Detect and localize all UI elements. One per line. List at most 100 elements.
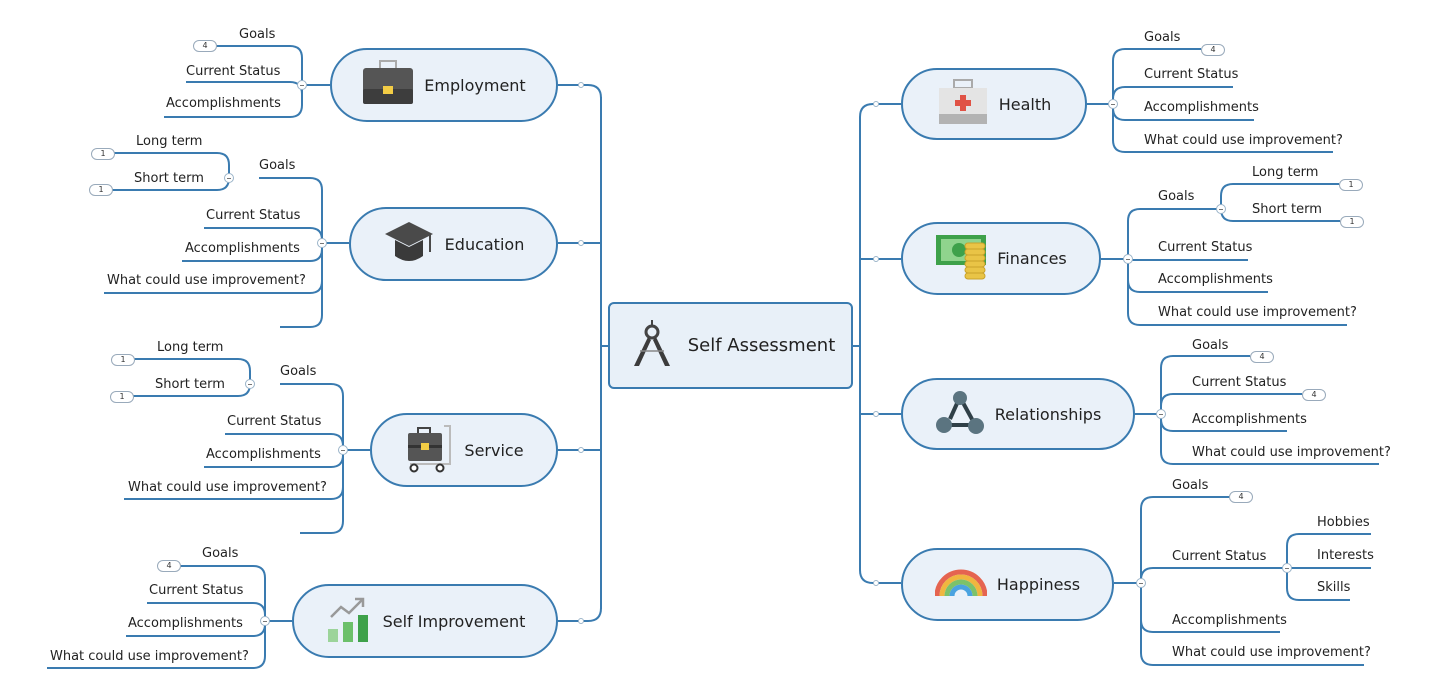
- briefcase-icon: [362, 59, 414, 111]
- branch-connector-point: [578, 82, 584, 88]
- connector: [1160, 393, 1302, 414]
- topic-label: Finances: [997, 249, 1067, 268]
- count-badge[interactable]: 1: [111, 354, 135, 366]
- subtopic-goals[interactable]: Goals: [259, 158, 295, 174]
- connector: [558, 84, 602, 622]
- growth-chart-icon: [325, 595, 373, 647]
- subtopic-current-status[interactable]: Current Status: [149, 583, 243, 599]
- branch-connector-point: [578, 618, 584, 624]
- subtopic-hobbies[interactable]: Hobbies: [1317, 515, 1370, 531]
- subtopic-goals[interactable]: Goals: [280, 364, 316, 380]
- count-badge[interactable]: 4: [157, 560, 181, 572]
- topic-label: Service: [464, 440, 524, 460]
- subtopic-interests[interactable]: Interests: [1317, 548, 1374, 564]
- subtopic-improvement[interactable]: What could use improvement?: [128, 480, 327, 496]
- network-triangle-icon: [935, 389, 985, 439]
- subtopic-current-status[interactable]: Current Status: [1144, 67, 1238, 83]
- subtopic-goals[interactable]: Goals: [202, 546, 238, 562]
- collapse-toggle[interactable]: [1216, 204, 1226, 214]
- subtopic-skills[interactable]: Skills: [1317, 580, 1350, 596]
- count-badge[interactable]: 4: [1201, 44, 1225, 56]
- subtopic-goals[interactable]: Goals: [239, 27, 275, 43]
- collapse-toggle[interactable]: [260, 616, 270, 626]
- branch-connector-point: [578, 447, 584, 453]
- collapse-toggle[interactable]: [1282, 563, 1292, 573]
- topic-label: Health: [998, 94, 1052, 114]
- topic-service[interactable]: Service: [370, 413, 558, 487]
- topic-label: Employment: [424, 75, 526, 95]
- graduation-cap-icon: [383, 220, 435, 268]
- topic-health[interactable]: Health: [901, 68, 1087, 140]
- connector: [186, 81, 303, 95]
- subtopic-improvement[interactable]: What could use improvement?: [1172, 645, 1371, 661]
- collapse-toggle[interactable]: [245, 379, 255, 389]
- collapse-toggle[interactable]: [1156, 409, 1166, 419]
- money-coins-icon: [935, 233, 987, 285]
- subtopic-accomplishments[interactable]: Accomplishments: [166, 96, 281, 112]
- subtopic-accomplishments[interactable]: Accomplishments: [128, 616, 243, 632]
- subtopic-accomplishments[interactable]: Accomplishments: [1158, 272, 1273, 288]
- count-badge[interactable]: 4: [1302, 389, 1326, 401]
- topic-finances[interactable]: Finances: [901, 222, 1101, 295]
- connector: [1140, 496, 1229, 583]
- rainbow-icon: [934, 569, 988, 601]
- subtopic-current-status[interactable]: Current Status: [206, 208, 300, 224]
- connector: [859, 103, 901, 584]
- count-badge[interactable]: 1: [110, 391, 134, 403]
- subtopic-accomplishments[interactable]: Accomplishments: [1172, 613, 1287, 629]
- drafting-compass-icon: [626, 318, 678, 374]
- count-badge[interactable]: 4: [1250, 351, 1274, 363]
- count-badge[interactable]: 4: [1229, 491, 1253, 503]
- subtopic-current-status[interactable]: Current Status: [227, 414, 321, 430]
- subtopic-improvement[interactable]: What could use improvement?: [50, 649, 249, 665]
- topic-happiness[interactable]: Happiness: [901, 548, 1114, 621]
- first-aid-kit-icon: [937, 78, 989, 130]
- count-badge[interactable]: 1: [1340, 216, 1364, 228]
- count-badge[interactable]: 1: [89, 184, 113, 196]
- topic-label: Education: [444, 234, 525, 254]
- topic-self-improvement[interactable]: Self Improvement: [292, 584, 558, 658]
- subtopic-current-status[interactable]: Current Status: [1172, 549, 1266, 565]
- subtopic-current-status[interactable]: Current Status: [1158, 240, 1252, 256]
- topic-employment[interactable]: Employment: [330, 48, 558, 122]
- central-topic[interactable]: Self Assessment: [608, 302, 853, 389]
- subtopic-long-term[interactable]: Long term: [136, 134, 202, 150]
- subtopic-short-term[interactable]: Short term: [155, 377, 225, 393]
- collapse-toggle[interactable]: [224, 173, 234, 183]
- subtopic-accomplishments[interactable]: Accomplishments: [1144, 100, 1259, 116]
- subtopic-goals[interactable]: Goals: [1192, 338, 1228, 354]
- topic-education[interactable]: Education: [349, 207, 558, 281]
- subtopic-improvement[interactable]: What could use improvement?: [107, 273, 306, 289]
- subtopic-improvement[interactable]: What could use improvement?: [1192, 445, 1391, 461]
- count-badge[interactable]: 4: [193, 40, 217, 52]
- collapse-toggle[interactable]: [1108, 99, 1118, 109]
- subtopic-goals[interactable]: Goals: [1158, 189, 1194, 205]
- count-badge[interactable]: 1: [91, 148, 115, 160]
- collapse-toggle[interactable]: [338, 445, 348, 455]
- branch-connector-point: [873, 256, 879, 262]
- subtopic-short-term[interactable]: Short term: [134, 171, 204, 187]
- subtopic-improvement[interactable]: What could use improvement?: [1144, 133, 1343, 149]
- count-badge[interactable]: 1: [1339, 179, 1363, 191]
- branch-connector-point: [873, 580, 879, 586]
- subtopic-long-term[interactable]: Long term: [1252, 165, 1318, 181]
- subtopic-accomplishments[interactable]: Accomplishments: [185, 241, 300, 257]
- subtopic-goals[interactable]: Goals: [1172, 478, 1208, 494]
- topic-label: Self Improvement: [382, 611, 526, 631]
- subtopic-short-term[interactable]: Short term: [1252, 202, 1322, 218]
- branch-connector-point: [873, 411, 879, 417]
- collapse-toggle[interactable]: [1123, 254, 1133, 264]
- subtopic-accomplishments[interactable]: Accomplishments: [1192, 412, 1307, 428]
- subtopic-accomplishments[interactable]: Accomplishments: [206, 447, 321, 463]
- subtopic-improvement[interactable]: What could use improvement?: [1158, 305, 1357, 321]
- collapse-toggle[interactable]: [1136, 578, 1146, 588]
- connector: [1140, 567, 1287, 583]
- subtopic-current-status[interactable]: Current Status: [186, 64, 280, 80]
- subtopic-long-term[interactable]: Long term: [157, 340, 223, 356]
- collapse-toggle[interactable]: [317, 238, 327, 248]
- collapse-toggle[interactable]: [297, 80, 307, 90]
- subtopic-goals[interactable]: Goals: [1144, 30, 1180, 46]
- subtopic-current-status[interactable]: Current Status: [1192, 375, 1286, 391]
- topic-label: Happiness: [996, 575, 1081, 594]
- topic-relationships[interactable]: Relationships: [901, 378, 1135, 450]
